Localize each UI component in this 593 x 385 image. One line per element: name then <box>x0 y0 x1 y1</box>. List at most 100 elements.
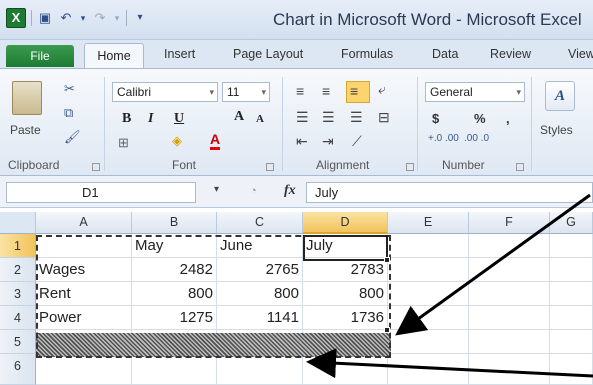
bottom-align-icon[interactable]: ≡ <box>350 83 358 99</box>
column-header-a[interactable]: A <box>36 212 132 234</box>
insert-function-icon[interactable]: fx <box>284 183 296 199</box>
cell-a6[interactable] <box>36 354 132 385</box>
tab-view[interactable]: View <box>568 47 593 61</box>
font-launcher-icon[interactable] <box>266 163 274 171</box>
cell-b1[interactable]: May <box>132 234 217 258</box>
orientation-icon[interactable]: ⟋ <box>352 133 362 150</box>
wrap-text-icon[interactable]: ⤶ <box>378 81 386 98</box>
column-header-e[interactable]: E <box>388 212 469 234</box>
row-header-1[interactable]: 1 <box>0 234 36 258</box>
styles-icon[interactable]: A <box>545 81 575 111</box>
customize-qat-icon[interactable]: ▾ <box>132 10 148 26</box>
copy-icon[interactable]: ⧉ <box>64 105 73 121</box>
cell-b2[interactable]: 2482 <box>132 258 217 282</box>
cell-d3[interactable]: 800 <box>303 282 388 306</box>
font-size-select[interactable]: 11 ▾ <box>222 82 270 102</box>
tab-home[interactable]: Home <box>84 43 144 69</box>
cell-f3[interactable] <box>469 282 550 306</box>
tab-file[interactable]: File <box>6 45 74 67</box>
cell-e6[interactable] <box>388 354 469 385</box>
cell-f2[interactable] <box>469 258 550 282</box>
font-name-select[interactable]: Calibri ▾ <box>112 82 218 102</box>
cell-g4[interactable] <box>550 306 593 330</box>
range-resize-handle[interactable] <box>384 327 390 333</box>
font-color-button[interactable]: A <box>210 131 221 150</box>
cell-e5[interactable] <box>388 330 469 354</box>
cell-b4[interactable]: 1275 <box>132 306 217 330</box>
column-header-b[interactable]: B <box>132 212 217 234</box>
tab-page-layout[interactable]: Page Layout <box>233 47 303 61</box>
cell-a1[interactable] <box>36 234 132 258</box>
format-painter-icon[interactable]: 🖌 <box>64 129 81 145</box>
cell-g3[interactable] <box>550 282 593 306</box>
cell-d4[interactable]: 1736 <box>303 306 388 330</box>
bold-button[interactable]: B <box>122 111 131 127</box>
name-box[interactable]: D1 <box>6 182 196 203</box>
borders-icon[interactable]: ⊞ <box>118 135 129 151</box>
number-format-select[interactable]: General ▾ <box>425 82 525 102</box>
cell-b3[interactable]: 800 <box>132 282 217 306</box>
row-header-5[interactable]: 5 <box>0 330 36 354</box>
align-right-icon[interactable]: ☰ <box>350 109 363 126</box>
column-header-g[interactable]: G <box>550 212 593 234</box>
cell-g1[interactable] <box>550 234 593 258</box>
alignment-launcher-icon[interactable] <box>406 163 414 171</box>
fill-color-icon[interactable]: ◈ <box>172 133 182 149</box>
cell-a3[interactable]: Rent <box>36 282 132 306</box>
top-align-icon[interactable]: ≡ <box>296 83 304 99</box>
save-icon[interactable]: ▣ <box>37 10 53 26</box>
row-header-3[interactable]: 3 <box>0 282 36 306</box>
undo-dropdown-icon[interactable]: ▾ <box>79 10 87 26</box>
cell-e4[interactable] <box>388 306 469 330</box>
cell-e3[interactable] <box>388 282 469 306</box>
styles-button-label[interactable]: Styles <box>540 123 573 137</box>
percent-button[interactable]: % <box>474 111 486 126</box>
undo-icon[interactable]: ↶ <box>58 10 74 26</box>
row-header-4[interactable]: 4 <box>0 306 36 330</box>
decrease-decimal-icon[interactable]: .00 .0 <box>464 133 489 144</box>
align-left-icon[interactable]: ☰ <box>296 109 309 126</box>
tab-data[interactable]: Data <box>432 47 458 61</box>
cell-g5[interactable] <box>550 330 593 354</box>
paste-icon[interactable] <box>12 81 42 115</box>
increase-decimal-icon[interactable]: +.0 .00 <box>428 133 459 144</box>
cell-e2[interactable] <box>388 258 469 282</box>
shrink-font-button[interactable]: A <box>256 113 264 125</box>
cell-f4[interactable] <box>469 306 550 330</box>
cell-b6[interactable] <box>132 354 217 385</box>
cell-c3[interactable]: 800 <box>217 282 303 306</box>
cell-e1[interactable] <box>388 234 469 258</box>
underline-button[interactable]: U <box>174 111 184 127</box>
cell-c4[interactable]: 1141 <box>217 306 303 330</box>
column-header-f[interactable]: F <box>469 212 550 234</box>
align-center-icon[interactable]: ☰ <box>322 109 335 126</box>
cell-f1[interactable] <box>469 234 550 258</box>
comma-button[interactable]: , <box>506 111 510 126</box>
column-header-d[interactable]: D <box>303 212 388 234</box>
number-launcher-icon[interactable] <box>516 163 524 171</box>
tab-insert[interactable]: Insert <box>164 47 195 61</box>
chevron-down-icon[interactable]: ▾ <box>214 184 219 195</box>
middle-align-icon[interactable]: ≡ <box>322 83 330 99</box>
excel-logo-icon[interactable]: X <box>6 8 26 28</box>
cell-d1[interactable]: July <box>303 234 388 258</box>
redo-dropdown-icon[interactable]: ▾ <box>113 10 121 26</box>
increase-indent-icon[interactable]: ⇥ <box>322 133 334 150</box>
italic-button[interactable]: I <box>148 111 153 127</box>
cell-f6[interactable] <box>469 354 550 385</box>
cell-c2[interactable]: 2765 <box>217 258 303 282</box>
redo-icon[interactable]: ↷ <box>92 10 108 26</box>
paste-button-label[interactable]: Paste <box>10 123 41 137</box>
grow-font-button[interactable]: A <box>234 109 244 125</box>
cell-c6[interactable] <box>217 354 303 385</box>
cell-f5[interactable] <box>469 330 550 354</box>
cell-a4[interactable]: Power <box>36 306 132 330</box>
cell-d6[interactable] <box>303 354 388 385</box>
cut-icon[interactable]: ✂ <box>64 81 75 97</box>
formula-input[interactable]: July <box>306 182 593 203</box>
tab-review[interactable]: Review <box>490 47 531 61</box>
merge-center-icon[interactable]: ⊟ <box>378 109 390 126</box>
cell-a2[interactable]: Wages <box>36 258 132 282</box>
cell-c1[interactable]: June <box>217 234 303 258</box>
row-header-6[interactable]: 6 <box>0 354 36 385</box>
